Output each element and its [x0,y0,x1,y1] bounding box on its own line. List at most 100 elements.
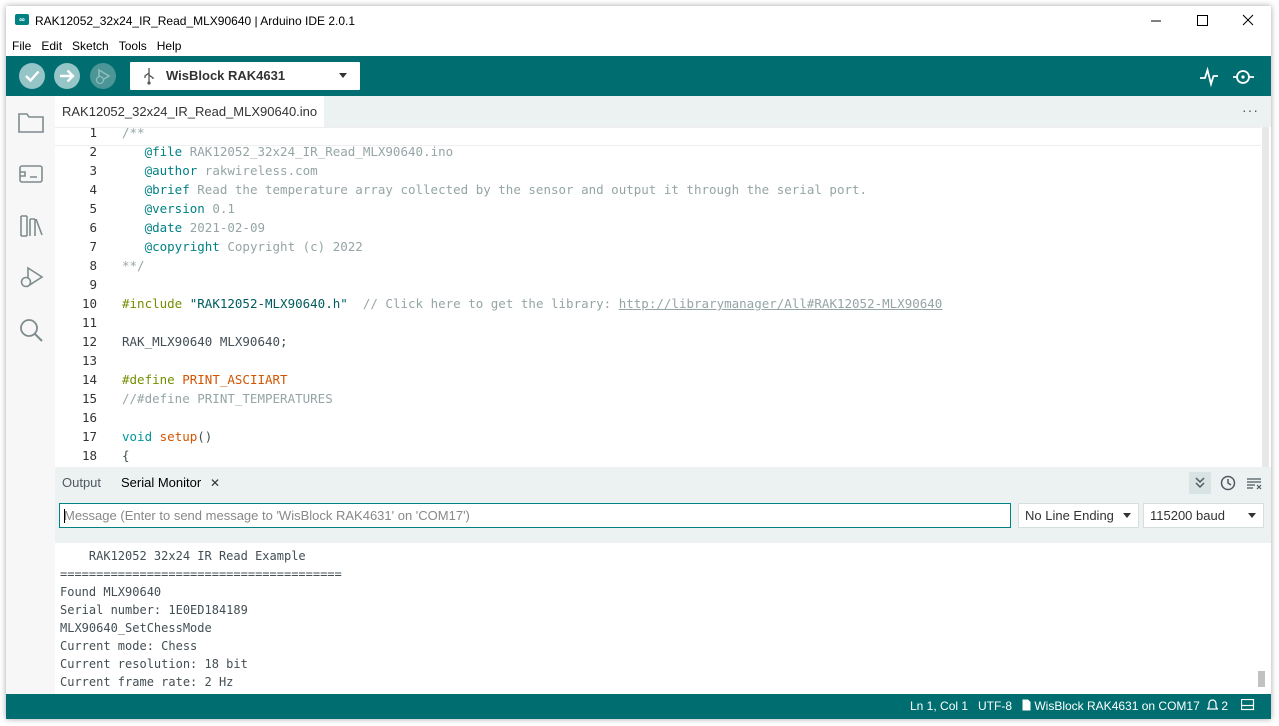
menu-edit[interactable]: Edit [36,36,67,56]
bottom-panel-header: Output Serial Monitor ✕ [55,467,1271,499]
code-token: @brief [144,182,190,197]
line-ending-value: No Line Ending [1025,508,1114,523]
code-line[interactable]: 9 [55,275,1261,294]
code-text: { [122,446,130,465]
editor-tab[interactable]: RAK12052_32x24_IR_Read_MLX90640.ino [55,96,325,127]
close-serial-monitor-icon[interactable]: ✕ [210,467,220,499]
code-token: #define [122,372,175,387]
code-line[interactable]: 5 @version 0.1 [55,199,1261,218]
board-port-status[interactable]: WisBlock RAK4631 on COM17 [1022,694,1200,719]
code-line[interactable]: 7 @copyright Copyright (c) 2022 [55,237,1261,256]
code-text: @brief Read the temperature array collec… [122,180,867,199]
menu-sketch[interactable]: Sketch [67,36,114,56]
search-button[interactable] [18,317,44,343]
code-line[interactable]: 17 void setup() [55,427,1261,446]
menu-help[interactable]: Help [152,36,187,56]
upload-button[interactable] [54,63,80,89]
board-selector[interactable]: WisBlock RAK4631 [130,62,360,90]
line-number: 13 [81,353,97,368]
boards-manager-button[interactable] [18,161,44,187]
code-line[interactable]: 8 **/ [55,256,1261,275]
search-icon [20,319,43,342]
line-number: 2 [89,144,97,159]
code-token: Read the temperature array collected by … [189,182,868,197]
serial-line: ======================================= [60,567,342,581]
chevron-down-icon [339,73,347,78]
tab-output[interactable]: Output [62,467,101,499]
code-line[interactable]: 15 //#define PRINT_TEMPERATURES [55,389,1261,408]
serial-output-scrollbar[interactable] [1258,671,1265,687]
code-token: "RAK12052-MLX90640.h" [182,296,348,311]
serial-output: RAK12052 32x24 IR Read Example ==========… [55,543,1271,694]
panel-icon [1240,698,1255,711]
minimize-icon [1151,20,1161,22]
code-line[interactable]: 1 /** [55,127,1261,142]
code-line[interactable]: 2 @file RAK12052_32x24_IR_Read_MLX90640.… [55,142,1261,161]
arrow-right-icon [60,69,75,83]
code-line[interactable]: 6 @date 2021-02-09 [55,218,1261,237]
code-line[interactable]: 18 { [55,446,1261,465]
verify-button[interactable] [19,63,45,89]
serial-message-input[interactable]: Message (Enter to send message to 'WisBl… [59,503,1011,528]
code-token: Copyright (c) 2022 [219,239,363,254]
activity-sidebar [6,96,55,694]
code-token: { [122,448,130,463]
code-text: RAK_MLX90640 MLX90640; [122,332,288,351]
serial-line: Found MLX90640 [60,585,162,599]
status-bar: Ln 1, Col 1 UTF-8 WisBlock RAK4631 on CO… [6,694,1271,719]
code-line[interactable]: 13 [55,351,1261,370]
serial-monitor-button[interactable] [1232,66,1254,88]
code-text: /** [122,127,145,142]
code-line[interactable]: 16 [55,408,1261,427]
library-manager-button[interactable] [18,213,44,239]
minimize-button[interactable] [1133,6,1179,36]
code-text: @date 2021-02-09 [122,218,265,237]
file-icon [1022,699,1031,711]
clear-output-icon [1247,478,1262,490]
notifications-button[interactable]: 2 [1206,694,1229,719]
line-number: 4 [89,182,97,197]
sketchbook-button[interactable] [18,109,44,135]
maximize-button[interactable] [1179,6,1225,36]
tab-serial-monitor[interactable]: Serial Monitor [121,467,201,499]
menu-file[interactable]: File [7,36,36,56]
clear-output-button[interactable] [1243,472,1265,494]
line-ending-select[interactable]: No Line Ending [1018,503,1139,528]
toggle-timestamp-button[interactable] [1217,472,1239,494]
serial-line: MLX90640_SetChessMode [60,621,212,635]
board-name: WisBlock RAK4631 [166,68,286,83]
close-window-button[interactable] [1225,6,1271,36]
serial-plotter-button[interactable] [1198,66,1220,88]
code-line[interactable]: 11 [55,313,1261,332]
title-bar: ∞ RAK12052_32x24_IR_Read_MLX90640 | Ardu… [6,6,1271,36]
code-line[interactable]: 12 RAK_MLX90640 MLX90640; [55,332,1261,351]
debug-view-button[interactable] [18,265,44,291]
more-actions-icon[interactable]: ··· [1242,102,1259,118]
cursor-position[interactable]: Ln 1, Col 1 [910,694,968,719]
debug-button[interactable] [90,63,116,89]
code-token: @author [144,163,198,178]
code-token: 0.1 [204,201,235,216]
code-text: #include "RAK12052-MLX90640.h" // Click … [122,294,942,313]
file-encoding[interactable]: UTF-8 [978,694,1012,719]
code-token: void [122,429,153,444]
usb-icon [144,68,154,85]
baud-rate-value: 115200 baud [1150,508,1225,523]
serial-monitor-icon [1233,70,1254,84]
code-token: // Click here to get the library: [347,296,619,311]
code-line[interactable]: 3 @author rakwireless.com [55,161,1261,180]
code-line[interactable]: 10 #include "RAK12052-MLX90640.h" // Clic… [55,294,1261,313]
baud-rate-select[interactable]: 115200 baud [1143,503,1264,528]
code-line[interactable]: 4 @brief Read the temperature array coll… [55,180,1261,199]
editor-scrollbar[interactable] [1262,127,1269,467]
collapse-panel-button[interactable] [1189,472,1211,494]
toggle-panel-button[interactable] [1240,694,1255,719]
notification-count: 2 [1221,699,1229,713]
menu-tools[interactable]: Tools [114,36,152,56]
clock-icon [1220,475,1236,491]
code-editor[interactable]: 1 /** 2 @file RAK12052_32x24_IR_Read_MLX90… [55,127,1271,467]
code-line[interactable]: 14 #define PRINT_ASCIIART [55,370,1261,389]
